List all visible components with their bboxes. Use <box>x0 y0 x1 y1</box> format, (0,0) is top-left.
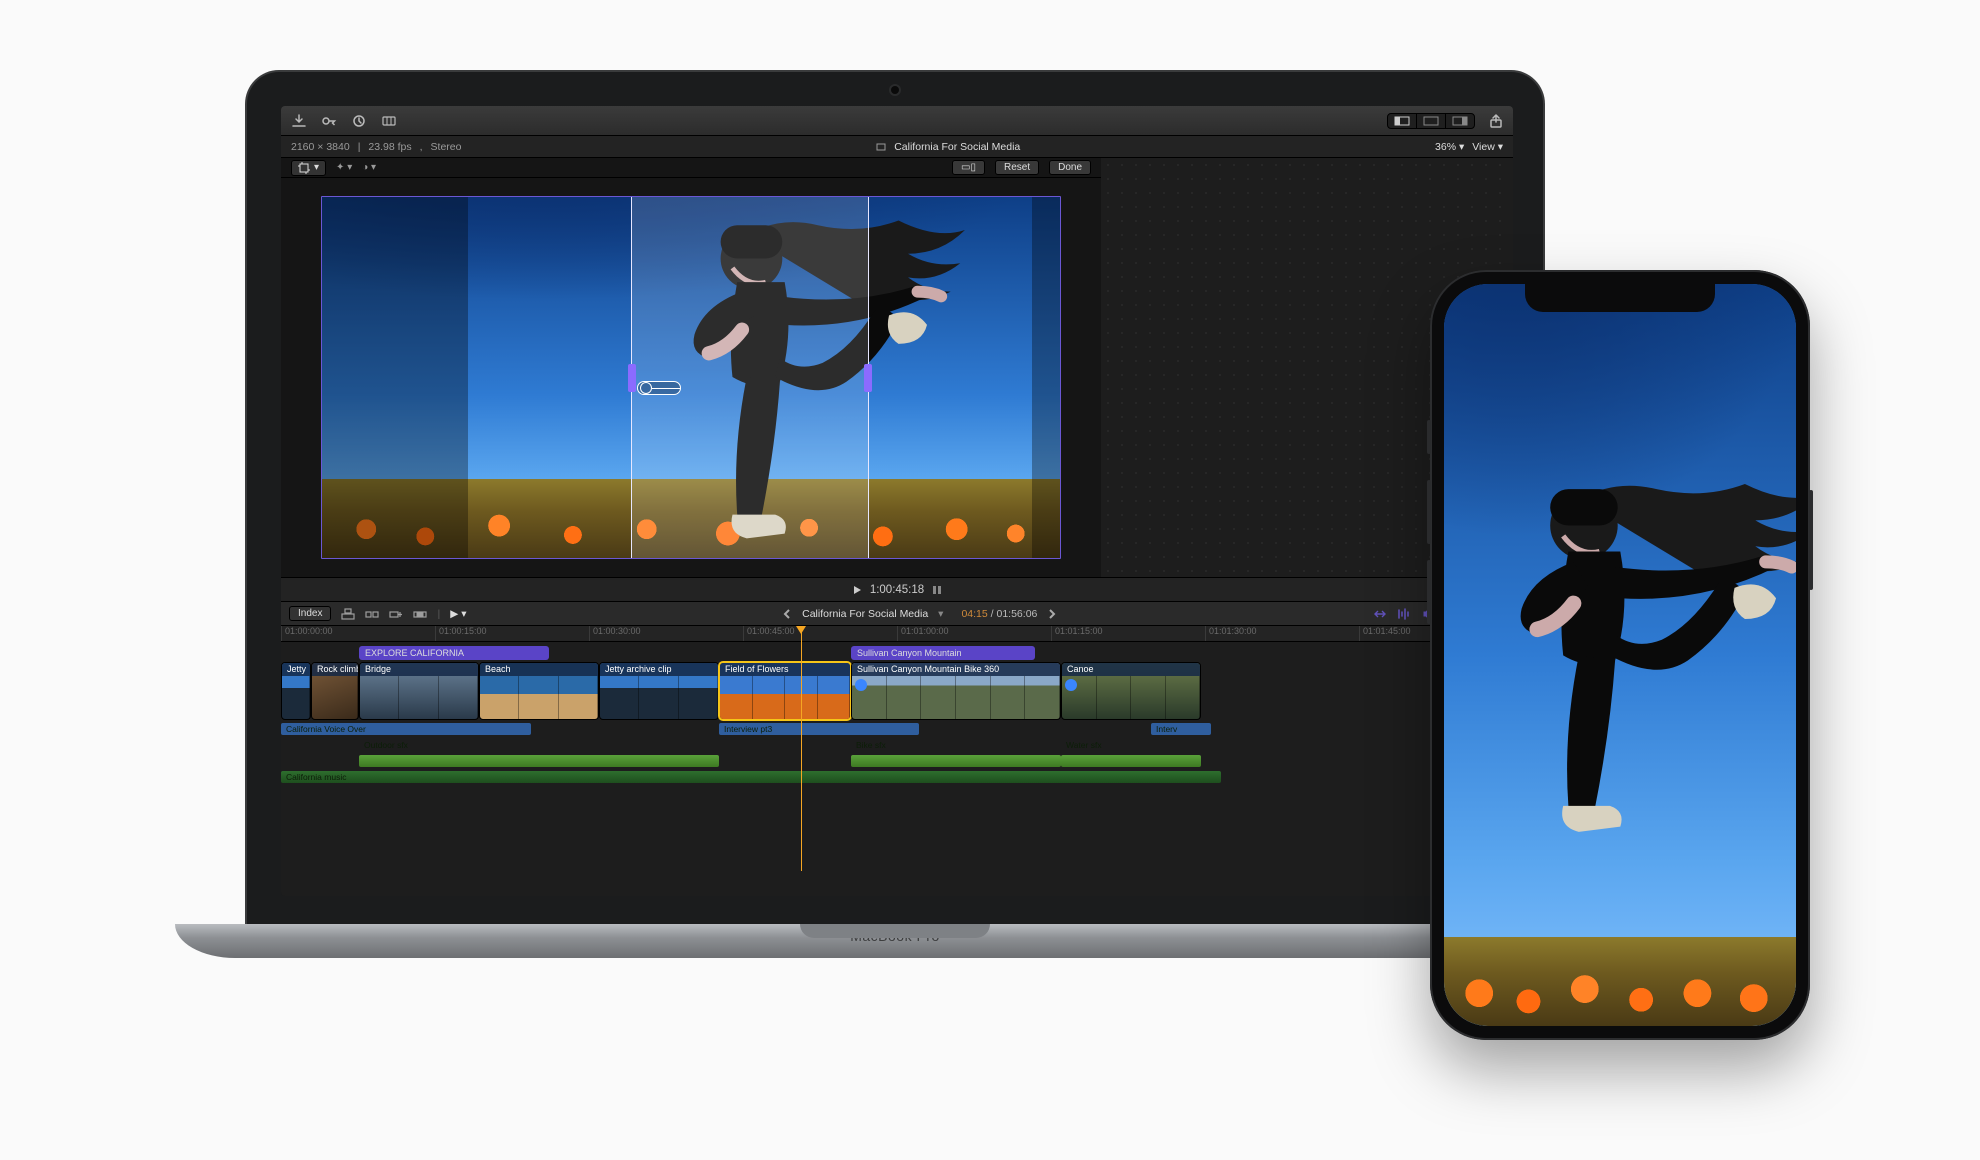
arrange-icon[interactable] <box>381 114 397 128</box>
audio-clip[interactable]: Interview pt3 <box>719 723 919 735</box>
playbar: 1:00:45:18 <box>281 578 1513 602</box>
laptop-camera <box>891 86 899 94</box>
clip-title: Beach <box>480 663 598 676</box>
audio-clip[interactable] <box>851 755 1061 767</box>
laptop-base: MacBook Pro <box>175 924 1615 958</box>
timeline-clip[interactable]: Jetty <box>281 662 311 720</box>
append-clip-icon[interactable] <box>389 608 403 620</box>
timeline-next[interactable] <box>1047 609 1057 619</box>
macbook-device: 2160 × 3840 | 23.98 fps , Stereo Califor… <box>245 70 1545 958</box>
playhead-timecode: 1:00:45:18 <box>870 584 924 596</box>
clip-title: Rock climb <box>312 663 358 676</box>
clip-title: Jetty <box>282 663 310 676</box>
audio-clip[interactable]: Interv <box>1151 723 1211 735</box>
timeline-clip[interactable]: Jetty archive clip <box>599 662 719 720</box>
audio-lane-0[interactable]: California Voice Over Interview pt3 Interv <box>281 722 1513 736</box>
audio-lane-1[interactable]: Outdoor sfx Bike sfxWater sfx <box>281 738 1513 752</box>
timeline-clip[interactable]: Canoe <box>1061 662 1201 720</box>
anchor-control[interactable] <box>637 381 681 395</box>
ruler-tick: 01:00:30:00 <box>589 626 743 641</box>
skimming-icon[interactable] <box>1373 608 1387 620</box>
audio-clip[interactable]: Water sfx <box>1061 739 1201 751</box>
clip-title: Bridge <box>360 663 478 676</box>
play-icon[interactable] <box>852 585 862 595</box>
clip-title: Sullivan Canyon Mountain Bike 360 <box>852 663 1060 676</box>
timeline-marker[interactable]: Sullivan Canyon Mountain <box>851 646 1035 660</box>
clip-dimensions: 2160 × 3840 <box>291 141 350 153</box>
audio-clip[interactable]: Bike sfx <box>851 739 1061 751</box>
audio-skimming-icon[interactable] <box>1397 608 1411 620</box>
timeline-project-name[interactable]: California For Social Media <box>802 608 928 620</box>
crop-mode-toggle[interactable]: ▭▯ <box>952 160 985 175</box>
timeline-clip[interactable]: Field of Flowers <box>719 662 851 720</box>
video-frame <box>321 196 1061 559</box>
transform-tool-button[interactable]: ✦ ▾ <box>336 162 352 173</box>
timeline-position: 04:15 <box>961 608 987 620</box>
ruler-tick: 01:01:30:00 <box>1205 626 1359 641</box>
ruler-tick: 01:00:15:00 <box>435 626 589 641</box>
timeline-clip[interactable]: Rock climb <box>311 662 359 720</box>
playhead[interactable] <box>801 626 802 871</box>
app-window: 2160 × 3840 | 23.98 fps , Stereo Califor… <box>281 106 1513 896</box>
timeline[interactable]: EXPLORE CALIFORNIA Sullivan Canyon Mounta… <box>281 642 1513 896</box>
phone-runner-subject <box>1444 314 1796 997</box>
ruler-tick: 01:01:00:00 <box>897 626 1051 641</box>
viewer-canvas[interactable] <box>281 178 1101 577</box>
done-button[interactable]: Done <box>1049 160 1091 175</box>
timeline-toolbar: Index | ▶ ▾ California For Social Media … <box>281 602 1513 626</box>
timeline-clip[interactable]: Bridge <box>359 662 479 720</box>
timeline-duration: 01:56:06 <box>997 608 1038 620</box>
app-toolbar <box>281 106 1513 136</box>
audio-clip[interactable]: California music <box>281 771 1221 783</box>
crop-overlay[interactable] <box>632 197 868 558</box>
keyword-icon[interactable] <box>321 114 337 128</box>
project-name: California For Social Media <box>894 141 1020 153</box>
ruler-tick: 01:00:00:00 <box>281 626 435 641</box>
loop-icon[interactable] <box>932 585 942 595</box>
audio-lane-2[interactable] <box>281 754 1513 768</box>
audio-clip[interactable] <box>359 755 719 767</box>
insert-clip-icon[interactable] <box>365 608 379 620</box>
ruler-tick: 01:01:15:00 <box>1051 626 1205 641</box>
iphone-device <box>1430 270 1810 1040</box>
timeline-marker[interactable]: EXPLORE CALIFORNIA <box>359 646 549 660</box>
phone-screen <box>1444 284 1796 1026</box>
info-bar: 2160 × 3840 | 23.98 fps , Stereo Califor… <box>281 136 1513 158</box>
timeline-clip[interactable]: Sullivan Canyon Mountain Bike 360 <box>851 662 1061 720</box>
audio-clip[interactable] <box>1061 755 1201 767</box>
ruler-tick: 01:00:45:00 <box>743 626 897 641</box>
overwrite-clip-icon[interactable] <box>413 608 427 620</box>
audio-lane-3[interactable]: California music <box>281 770 1513 784</box>
primary-storyline[interactable]: JettyRock climbBridgeBeachJetty archive … <box>281 662 1513 720</box>
select-tool[interactable]: ▶ ▾ <box>450 608 466 620</box>
audio-clip[interactable]: California Voice Over <box>281 723 531 735</box>
view-menu[interactable]: View ▾ <box>1472 141 1503 153</box>
timeline-prev[interactable] <box>782 609 792 619</box>
viewer-tool-crumb: ▾ ✦ ▾ ◑ ▾ ▭▯ Reset Done <box>281 158 1101 178</box>
viewer-zoom[interactable]: 36% ▾ <box>1435 141 1464 153</box>
bg-tasks-icon[interactable] <box>351 114 367 128</box>
clip-audio: Stereo <box>431 141 462 153</box>
clip-title: Field of Flowers <box>720 663 850 676</box>
share-icon[interactable] <box>1489 114 1503 128</box>
workspace-switcher[interactable] <box>1387 113 1475 129</box>
audio-clip[interactable]: Outdoor sfx <box>359 739 719 751</box>
enhance-tool-button[interactable]: ◑ ▾ <box>362 162 376 173</box>
index-button[interactable]: Index <box>289 606 331 621</box>
clip-fps: 23.98 fps <box>368 141 411 153</box>
connect-clip-icon[interactable] <box>341 608 355 620</box>
project-icon <box>876 142 886 152</box>
phone-notch <box>1525 284 1715 312</box>
timeline-ruler[interactable]: 01:00:00:0001:00:15:0001:00:30:0001:00:4… <box>281 626 1513 642</box>
reset-button[interactable]: Reset <box>995 160 1039 175</box>
timeline-clip[interactable]: Beach <box>479 662 599 720</box>
marker-lane: EXPLORE CALIFORNIA Sullivan Canyon Mounta… <box>281 646 1513 660</box>
clip-title: Canoe <box>1062 663 1200 676</box>
clip-title: Jetty archive clip <box>600 663 718 676</box>
crop-tool-button[interactable]: ▾ <box>291 160 326 176</box>
import-icon[interactable] <box>291 114 307 128</box>
